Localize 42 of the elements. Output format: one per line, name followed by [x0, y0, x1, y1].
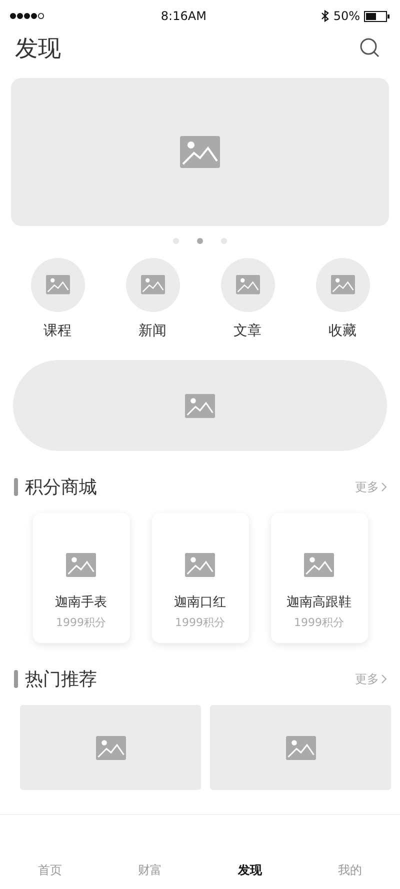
image-icon: [286, 736, 316, 760]
battery-percent: 50%: [333, 9, 360, 23]
shortcut-label[interactable]: 新闻: [138, 322, 166, 340]
product-name: 迦南口红: [174, 594, 226, 611]
product-name: 迦南手表: [55, 594, 107, 611]
product-points: 1999积分: [175, 615, 225, 630]
image-icon: [140, 275, 164, 295]
product-points: 1999积分: [56, 615, 106, 630]
image-icon: [96, 736, 126, 760]
product-card[interactable]: 迦南高跟鞋 1999积分: [270, 513, 368, 643]
image-icon: [66, 553, 96, 577]
product-card[interactable]: 迦南口红 1999积分: [152, 513, 248, 643]
tab-bar-item[interactable]: 发现: [200, 862, 300, 879]
product-card[interactable]: 迦南手表 1999积分: [32, 513, 130, 643]
signal-icon: [10, 13, 46, 19]
recommendation-card[interactable]: [20, 705, 201, 790]
bluetooth-icon: [321, 10, 330, 22]
chevron-right-icon: [381, 482, 387, 492]
page-title: 发现: [15, 34, 61, 64]
product-points: 1999积分: [294, 615, 344, 630]
image-icon: [46, 275, 70, 295]
image-icon: [304, 553, 334, 577]
shortcut-label[interactable]: 收藏: [328, 322, 356, 340]
chevron-right-icon: [381, 674, 387, 684]
shortcut-label[interactable]: 课程: [44, 322, 72, 340]
carousel-dot[interactable]: [173, 238, 179, 244]
image-icon: [180, 136, 220, 168]
shortcut-label[interactable]: 文章: [234, 322, 262, 340]
recommendation-card[interactable]: [210, 705, 391, 790]
section-title: 积分商城: [25, 476, 97, 499]
battery-icon: [364, 10, 390, 22]
image-icon: [185, 394, 215, 418]
image-icon: [236, 275, 260, 295]
image-icon: [185, 553, 215, 577]
search-icon[interactable]: [360, 38, 380, 58]
image-icon: [330, 275, 354, 295]
carousel-dot[interactable]: [221, 238, 227, 244]
carousel-dot[interactable]: [197, 238, 203, 244]
product-name: 迦南高跟鞋: [286, 594, 352, 611]
status-time: 8:16AM: [160, 9, 206, 23]
section-title: 热门推荐: [25, 668, 97, 691]
banner-placeholder[interactable]: [11, 78, 389, 226]
